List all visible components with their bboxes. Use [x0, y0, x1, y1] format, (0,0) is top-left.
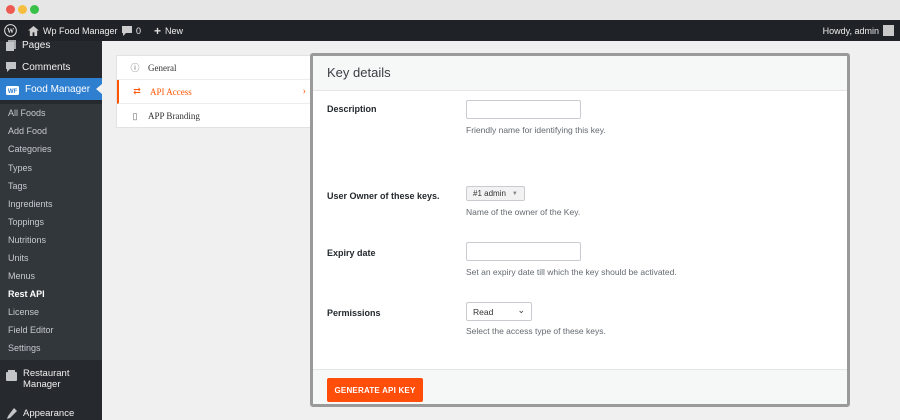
- sidebar-item-label: Appearance: [23, 407, 75, 419]
- submenu-menus[interactable]: Menus: [8, 271, 35, 281]
- food-manager-icon: WF: [6, 85, 19, 95]
- expiry-date-input[interactable]: [466, 242, 581, 261]
- sidebar-item-restaurant-manager[interactable]: Restaurant Manager: [0, 366, 102, 394]
- owner-value: #1 admin: [473, 189, 506, 198]
- sidebar-item-comments[interactable]: Comments: [0, 56, 102, 78]
- admin-bar-comments[interactable]: 0: [122, 20, 141, 41]
- permissions-select[interactable]: Read ⌄: [466, 302, 532, 321]
- sidebar-item-food-manager[interactable]: WF Food Manager: [0, 78, 102, 100]
- comments-count: 0: [136, 25, 142, 36]
- submenu-settings[interactable]: Settings: [8, 343, 41, 353]
- chevron-right-icon: ›: [302, 86, 306, 97]
- info-icon: ⓘ: [130, 63, 140, 73]
- submenu-units[interactable]: Units: [8, 253, 29, 263]
- sidebar-item-label-line2: Manager: [23, 379, 61, 390]
- permissions-value: Read: [473, 306, 494, 317]
- key-details-panel: Key details Description Friendly name fo…: [310, 53, 850, 407]
- generate-api-key-button[interactable]: GENERATE API KEY: [327, 378, 423, 402]
- panel-title: Key details: [327, 65, 391, 80]
- sidebar-item-label: Pages: [22, 39, 51, 51]
- submenu-tags[interactable]: Tags: [8, 181, 27, 191]
- pages-icon: [6, 39, 16, 51]
- submenu-add-food[interactable]: Add Food: [8, 126, 47, 136]
- plus-icon: +: [154, 23, 162, 38]
- panel-header: Key details: [313, 56, 847, 91]
- submenu-ingredients[interactable]: Ingredients: [8, 199, 53, 209]
- tab-label: General: [148, 62, 177, 73]
- tab-label: APP Branding: [148, 111, 200, 121]
- svg-text:WF: WF: [8, 89, 18, 95]
- permissions-label: Permissions: [327, 308, 381, 318]
- close-window-button[interactable]: [6, 5, 15, 14]
- admin-bar: W Wp Food Manager 0 + New Howdy, admin: [0, 20, 900, 41]
- description-help: Friendly name for identifying this key.: [466, 125, 606, 135]
- submenu-categories[interactable]: Categories: [8, 144, 52, 154]
- food-manager-submenu: All Foods Add Food Categories Types Tags…: [0, 104, 102, 360]
- expiry-label: Expiry date: [327, 248, 376, 258]
- sidebar-item-label: Comments: [22, 61, 71, 73]
- sidebar-item-pages[interactable]: Pages: [0, 34, 102, 56]
- submenu-rest-api[interactable]: Rest API: [8, 289, 45, 299]
- description-label: Description: [327, 104, 377, 114]
- appearance-icon: [7, 407, 17, 419]
- comments-icon: [6, 62, 16, 72]
- submenu-license[interactable]: License: [8, 307, 39, 317]
- submenu-all-foods[interactable]: All Foods: [8, 108, 46, 118]
- description-input[interactable]: [466, 100, 581, 119]
- submenu-nutritions[interactable]: Nutritions: [8, 235, 46, 245]
- sidebar-item-label-line1: Restaurant: [23, 368, 70, 379]
- main-content: ⓘ General ⇄ API Access › ▯ APP Branding …: [102, 41, 900, 420]
- tab-api-access[interactable]: ⇄ API Access ›: [117, 80, 310, 104]
- howdy-text: Howdy, admin: [822, 25, 879, 36]
- expiry-help: Set an expiry date till which the key sh…: [466, 267, 677, 277]
- mobile-icon: ▯: [132, 110, 138, 121]
- comment-bubble-icon: [122, 25, 132, 36]
- new-label: New: [165, 25, 184, 36]
- tab-app-branding[interactable]: ▯ APP Branding: [117, 104, 310, 128]
- browser-chrome: [0, 0, 900, 20]
- sidebar-item-appearance[interactable]: Appearance: [0, 402, 102, 420]
- admin-bar-new[interactable]: + New: [154, 20, 183, 41]
- submenu-types[interactable]: Types: [8, 163, 32, 173]
- maximize-window-button[interactable]: [30, 5, 39, 14]
- tab-label: API Access: [150, 86, 192, 97]
- settings-tabs: ⓘ General ⇄ API Access › ▯ APP Branding: [116, 55, 311, 128]
- permissions-help: Select the access type of these keys.: [466, 326, 606, 336]
- submenu-field-editor[interactable]: Field Editor: [8, 325, 54, 335]
- owner-help: Name of the owner of the Key.: [466, 207, 581, 217]
- swap-arrows-icon: ⇄: [133, 86, 141, 96]
- tab-general[interactable]: ⓘ General: [117, 56, 310, 80]
- avatar: [883, 25, 894, 36]
- panel-footer: GENERATE API KEY: [313, 369, 847, 404]
- caret-down-icon: ▼: [511, 190, 518, 197]
- owner-select[interactable]: #1 admin ▼: [466, 186, 525, 201]
- submenu-toppings[interactable]: Toppings: [8, 217, 44, 227]
- admin-sidebar: Pages Comments WF Food Manager All Foods…: [0, 39, 102, 420]
- sidebar-item-label: Food Manager: [25, 83, 91, 95]
- chevron-down-icon: ⌄: [517, 305, 525, 315]
- admin-bar-account[interactable]: Howdy, admin: [823, 20, 894, 41]
- minimize-window-button[interactable]: [18, 5, 27, 14]
- owner-label: User Owner of these keys.: [327, 191, 440, 201]
- restaurant-icon: [6, 370, 17, 381]
